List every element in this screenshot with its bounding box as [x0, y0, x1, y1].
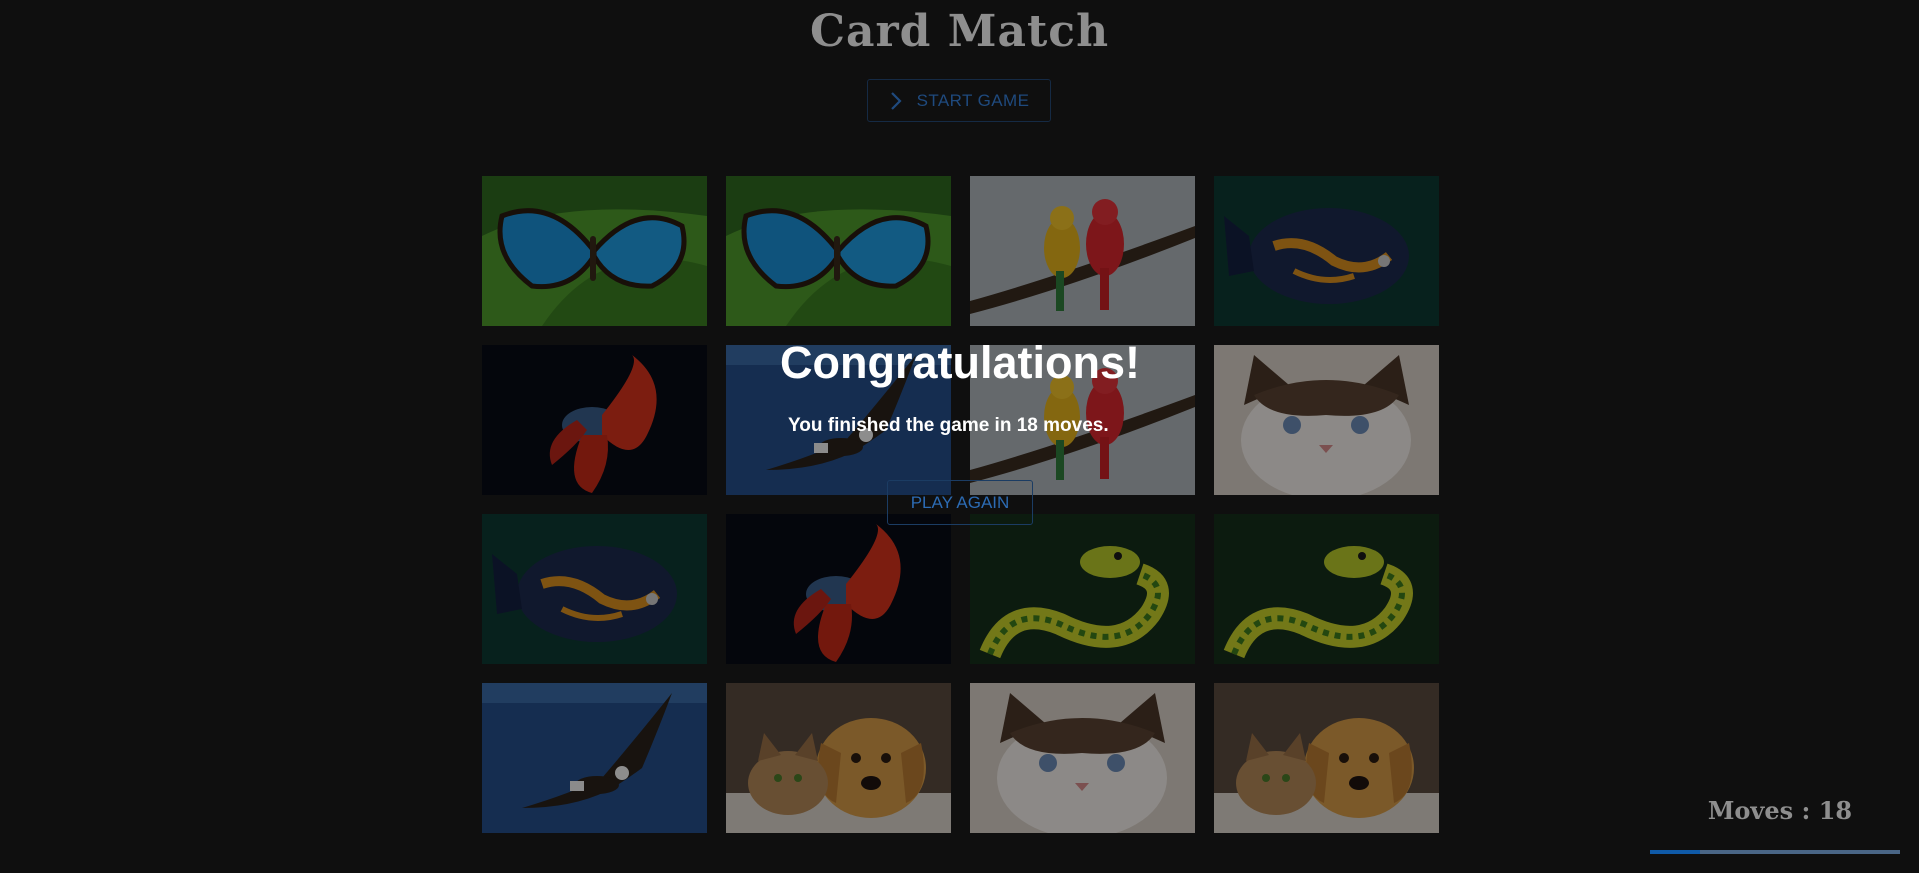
ragdoll-cat-image — [1214, 345, 1439, 495]
betta-fish-image — [726, 514, 951, 664]
card-cat-and-dog[interactable] — [1214, 683, 1439, 833]
card-eagle-flying[interactable] — [482, 683, 707, 833]
betta-fish-image — [482, 345, 707, 495]
card-ragdoll-cat[interactable] — [970, 683, 1195, 833]
card-oscar-fish[interactable] — [1214, 176, 1439, 326]
card-parrots-on-branch[interactable] — [970, 176, 1195, 326]
game-title: Card Match — [809, 6, 1110, 57]
parrots-on-branch-image — [970, 176, 1195, 326]
progress-bar-fill — [1650, 850, 1700, 854]
green-snake-image — [970, 514, 1195, 664]
play-again-button[interactable]: PLAY AGAIN — [887, 480, 1033, 525]
card-betta-fish[interactable] — [482, 345, 707, 495]
cat-and-dog-image — [726, 683, 951, 833]
card-green-snake[interactable] — [1214, 514, 1439, 664]
progress-bar — [1650, 850, 1900, 854]
congratulations-dialog: Congratulations! You finished the game i… — [760, 340, 1160, 437]
start-game-label: START GAME — [916, 90, 1030, 110]
cat-and-dog-image — [1214, 683, 1439, 833]
card-betta-fish[interactable] — [726, 514, 951, 664]
ragdoll-cat-image — [970, 683, 1195, 833]
start-game-button[interactable]: START GAME — [867, 79, 1051, 122]
moves-counter: Moves : 18 — [1707, 796, 1853, 825]
card-blue-morpho-butterfly[interactable] — [726, 176, 951, 326]
oscar-fish-image — [1214, 176, 1439, 326]
oscar-fish-image — [482, 514, 707, 664]
dialog-message: You finished the game in 18 moves. — [788, 415, 1109, 436]
card-oscar-fish[interactable] — [482, 514, 707, 664]
card-cat-and-dog[interactable] — [726, 683, 951, 833]
card-blue-morpho-butterfly[interactable] — [482, 176, 707, 326]
card-ragdoll-cat[interactable] — [1214, 345, 1439, 495]
chevron-right-icon — [889, 91, 903, 111]
game-page: Card Match START GAME Congratulations! Y… — [0, 0, 1919, 873]
dialog-title: Congratulations! — [780, 337, 1140, 388]
card-green-snake[interactable] — [970, 514, 1195, 664]
blue-morpho-butterfly-image — [726, 176, 951, 326]
green-snake-image — [1214, 514, 1439, 664]
eagle-flying-image — [482, 683, 707, 833]
blue-morpho-butterfly-image — [482, 176, 707, 326]
